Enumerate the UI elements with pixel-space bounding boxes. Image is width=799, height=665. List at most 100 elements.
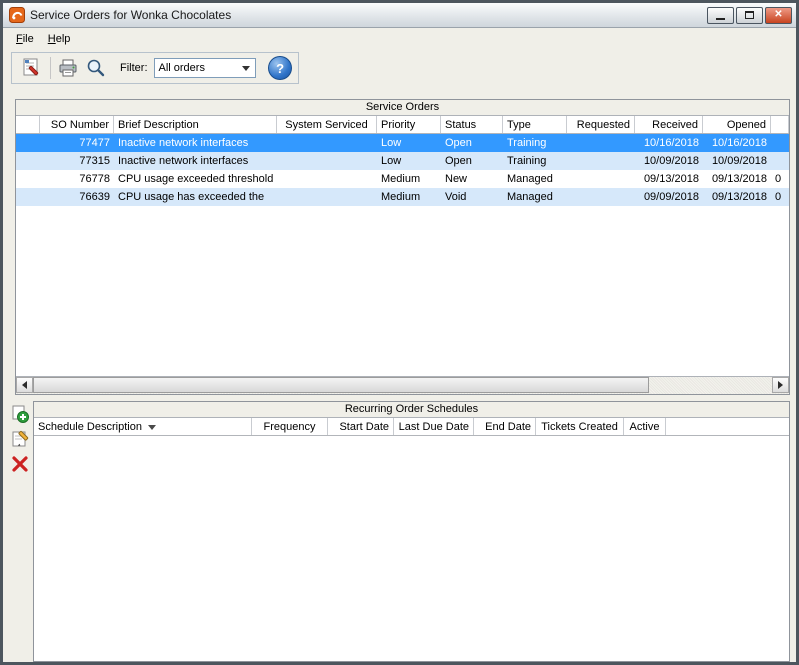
preview-button[interactable] <box>82 54 110 82</box>
status: Open <box>445 137 472 149</box>
arrow-left-icon <box>22 381 27 389</box>
recurring-schedules-panel: Recurring Order Schedules Schedule Descr… <box>33 401 790 662</box>
col-header-schedule-description[interactable]: Schedule Description <box>34 418 252 435</box>
menu-bar: File Help <box>3 28 796 49</box>
col-header-frequency[interactable]: Frequency <box>252 418 328 435</box>
col-header-last-due-date[interactable]: Last Due Date <box>394 418 474 435</box>
col-header-brief-description[interactable]: Brief Description <box>114 116 277 133</box>
received: 09/09/2018 <box>643 191 699 203</box>
edit-schedule-button[interactable] <box>10 429 30 449</box>
col-header-status[interactable]: Status <box>441 116 503 133</box>
menu-file[interactable]: File <box>9 31 41 47</box>
col-header-priority[interactable]: Priority <box>377 116 441 133</box>
arrow-right-icon <box>778 381 783 389</box>
overflow-cell: 0 <box>775 191 782 203</box>
menu-help[interactable]: Help <box>41 31 78 47</box>
status: Void <box>445 191 467 203</box>
search-icon <box>87 59 105 77</box>
system-serviced <box>277 152 377 170</box>
status: Open <box>445 155 472 167</box>
col-header-type[interactable]: Type <box>503 116 567 133</box>
scroll-left-button[interactable] <box>16 377 33 393</box>
minimize-icon <box>716 17 725 20</box>
sort-desc-icon <box>147 424 156 430</box>
so-number: 76639 <box>79 191 110 203</box>
help-icon: ? <box>276 60 285 76</box>
opened: 10/16/2018 <box>711 137 767 149</box>
received: 10/09/2018 <box>643 155 699 167</box>
col-header-active[interactable]: Active <box>624 418 666 435</box>
col-header-tickets-created[interactable]: Tickets Created <box>536 418 624 435</box>
delete-schedule-button[interactable] <box>10 454 30 474</box>
window-controls: ✕ <box>707 6 792 24</box>
maximize-icon <box>745 11 754 19</box>
delete-x-icon <box>11 456 28 472</box>
service-order-row[interactable]: 77315 Inactive network interfaces Low Op… <box>16 152 789 170</box>
new-service-order-button[interactable] <box>18 54 46 82</box>
so-number: 77315 <box>79 155 110 167</box>
type: Managed <box>507 173 553 185</box>
service-order-row[interactable]: 76778 CPU usage exceeded threshold Mediu… <box>16 170 789 188</box>
col-header-so-number[interactable]: SO Number <box>40 116 114 133</box>
col-header-system-serviced[interactable]: System Serviced <box>277 116 377 133</box>
col-header-filler <box>666 418 789 435</box>
col-header-start-date[interactable]: Start Date <box>328 418 394 435</box>
service-order-row[interactable]: 77477 Inactive network interfaces Low Op… <box>16 134 789 152</box>
col-header-opened[interactable]: Opened <box>703 116 771 133</box>
system-serviced <box>277 170 377 188</box>
window-title: Service Orders for Wonka Chocolates <box>30 8 232 22</box>
recurring-schedules-title: Recurring Order Schedules <box>34 402 789 418</box>
horizontal-scrollbar[interactable] <box>16 376 789 394</box>
received: 10/16/2018 <box>643 137 699 149</box>
type: Training <box>507 155 547 167</box>
col-header-received[interactable]: Received <box>635 116 703 133</box>
service-orders-body: 77477 Inactive network interfaces Low Op… <box>16 134 789 376</box>
minimize-button[interactable] <box>707 6 734 24</box>
maximize-button[interactable] <box>736 6 763 24</box>
service-orders-header: SO Number Brief Description System Servi… <box>16 116 789 134</box>
help-button[interactable]: ? <box>268 56 292 80</box>
scroll-right-button[interactable] <box>772 377 789 393</box>
overflow-cell: 0 <box>775 173 782 185</box>
so-number: 77477 <box>79 137 110 149</box>
title-bar: Service Orders for Wonka Chocolates ✕ <box>3 3 796 28</box>
priority: Medium <box>381 191 421 203</box>
priority: Low <box>381 137 402 149</box>
scrollbar-thumb[interactable] <box>33 377 649 393</box>
requested <box>567 170 635 188</box>
filter-dropdown[interactable]: All orders <box>153 58 257 78</box>
type: Training <box>507 137 547 149</box>
received: 09/13/2018 <box>643 173 699 185</box>
brief-description: CPU usage has exceeded the <box>118 191 265 203</box>
brief-description: Inactive network interfaces <box>118 137 249 149</box>
brief-description: CPU usage exceeded threshold <box>118 173 274 185</box>
add-schedule-button[interactable] <box>10 404 30 424</box>
col-header-end-date[interactable]: End Date <box>474 418 536 435</box>
opened: 09/13/2018 <box>711 191 767 203</box>
requested <box>567 188 635 206</box>
overflow-cell <box>771 134 789 152</box>
priority: Medium <box>381 173 421 185</box>
close-button[interactable]: ✕ <box>765 6 792 24</box>
requested <box>567 152 635 170</box>
toolbar-separator <box>49 57 51 79</box>
print-button[interactable] <box>55 54 83 82</box>
service-orders-panel: Service Orders SO Number Brief Descripti… <box>15 99 790 395</box>
service-order-row[interactable]: 76639 CPU usage has exceeded the Medium … <box>16 188 789 206</box>
recurring-schedules-header: Schedule Description Frequency Start Dat… <box>34 418 789 436</box>
recurring-action-strip <box>8 404 31 474</box>
col-header-blank[interactable] <box>16 116 40 133</box>
filter-label: Filter: <box>120 62 148 74</box>
col-header-requested[interactable]: Requested <box>567 116 635 133</box>
overflow-cell <box>771 152 789 170</box>
opened: 09/13/2018 <box>711 173 767 185</box>
priority: Low <box>381 155 402 167</box>
system-serviced <box>277 134 377 152</box>
col-header-overflow[interactable] <box>771 116 789 133</box>
opened: 10/09/2018 <box>711 155 767 167</box>
edit-pencil-icon <box>12 430 28 447</box>
service-orders-title: Service Orders <box>16 100 789 116</box>
app-window: Service Orders for Wonka Chocolates ✕ Fi… <box>0 0 799 665</box>
print-icon <box>59 59 77 77</box>
app-logo-icon <box>9 7 25 23</box>
